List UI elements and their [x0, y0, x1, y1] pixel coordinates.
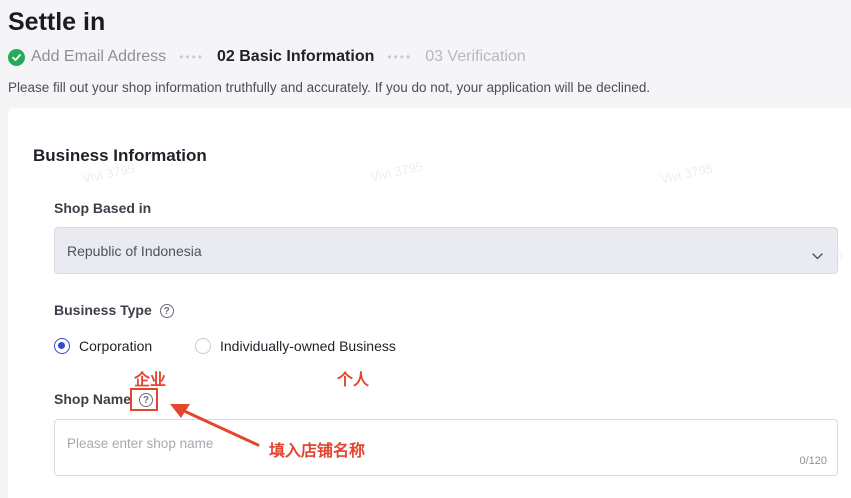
step-add-email: Add Email Address — [31, 48, 167, 65]
radio-checked-icon — [54, 338, 70, 354]
radio-corporation[interactable]: Corporation — [54, 338, 152, 354]
step-separator: •••• — [179, 50, 204, 64]
shop-name-label: Shop Name — [54, 391, 132, 407]
radio-unchecked-icon — [195, 338, 211, 354]
annotation-corporation: 企业 — [134, 372, 167, 389]
radio-individually-owned-label: Individually-owned Business — [220, 338, 396, 354]
business-type-label: Business Type — [54, 302, 152, 318]
chevron-down-icon — [812, 247, 823, 265]
shop-based-in-value: Republic of Indonesia — [67, 243, 202, 259]
annotation-arrow-icon — [170, 404, 260, 447]
stepper: Add Email Address •••• 02 Basic Informat… — [8, 46, 526, 68]
step-separator: •••• — [387, 50, 413, 64]
page-description: Please fill out your shop information tr… — [8, 80, 651, 95]
annotation-shop-name: 填入店铺名称 — [269, 443, 366, 460]
radio-corporation-label: Corporation — [79, 338, 153, 354]
business-type-label-row: Business Type ? — [54, 302, 174, 319]
annotation-highlight-box — [130, 388, 158, 411]
character-counter: 0/120 — [799, 455, 827, 467]
step-verification: 03 Verification — [425, 48, 526, 65]
check-circle-icon — [8, 48, 25, 66]
section-title: Business Information — [33, 146, 207, 165]
radio-individually-owned[interactable]: Individually-owned Business — [195, 338, 396, 354]
help-icon[interactable]: ? — [159, 304, 174, 319]
shop-based-in-label: Shop Based in — [54, 200, 152, 216]
shop-based-in-select[interactable]: Republic of Indonesia — [54, 227, 838, 274]
page-title: Settle in — [8, 8, 106, 36]
annotation-individual: 个人 — [337, 372, 370, 389]
step-basic-information: 02 Basic Information — [217, 48, 375, 65]
